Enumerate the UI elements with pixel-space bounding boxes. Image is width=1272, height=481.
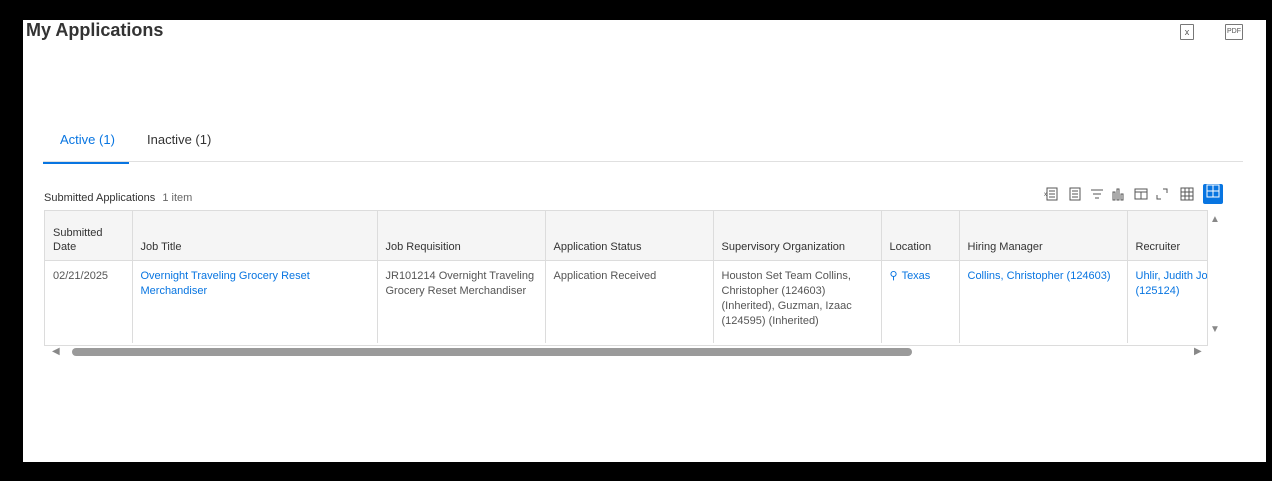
horizontal-scrollbar[interactable]: ◀ ▶	[44, 346, 1222, 358]
scroll-down-icon[interactable]: ▼	[1210, 324, 1220, 335]
filter-icon[interactable]	[1089, 187, 1105, 203]
cell-submitted-date: 02/21/2025	[45, 260, 133, 343]
tab-divider	[43, 161, 1243, 162]
svg-text:x: x	[1044, 192, 1047, 198]
fullscreen-icon[interactable]	[1154, 187, 1170, 203]
column-header-job-title[interactable]: Job Title	[132, 211, 378, 261]
chart-icon[interactable]	[1111, 187, 1127, 203]
vertical-scrollbar[interactable]: ▲ ▼	[1208, 210, 1222, 344]
job-title-link[interactable]: Overnight Traveling Grocery Reset Mercha…	[132, 260, 378, 343]
location-link[interactable]: ⚲ Texas	[881, 260, 960, 343]
recruiter-link[interactable]: Uhlir, Judith Joy (125124)	[1127, 260, 1207, 343]
page-title: My Applications	[26, 20, 164, 40]
export-pdf-icon[interactable]: PDF	[1225, 24, 1243, 40]
column-header-location[interactable]: Location	[881, 211, 960, 261]
table-row: 02/21/2025 Overnight Traveling Grocery R…	[45, 260, 1207, 343]
table-view-icon[interactable]	[1179, 187, 1195, 203]
export-excel-icon[interactable]: x	[1043, 187, 1059, 203]
table-toolbar: x	[1043, 184, 1228, 206]
cell-application-status: Application Received	[545, 260, 714, 343]
pdf-icon-label: PDF	[1227, 28, 1241, 35]
scroll-up-icon[interactable]: ▲	[1210, 214, 1220, 225]
grid-view-icon[interactable]	[1203, 184, 1223, 204]
table-header-row: Submitted Date Job Title Job Requisition…	[45, 211, 1207, 261]
item-count: 1 item	[162, 192, 193, 204]
export-excel-icon[interactable]: x	[1180, 24, 1194, 40]
scroll-left-icon[interactable]: ◀	[52, 346, 60, 357]
page-frame: My Applications x PDF Active (1) Inactiv…	[23, 20, 1266, 462]
hiring-manager-link[interactable]: Collins, Christopher (124603)	[959, 260, 1128, 343]
section-title-label: Submitted Applications	[44, 192, 156, 204]
tab-active[interactable]: Active (1)	[60, 132, 115, 157]
column-header-application-status[interactable]: Application Status	[545, 211, 714, 261]
applications-table: Submitted Date Job Title Job Requisition…	[44, 210, 1208, 346]
location-pin-icon: ⚲	[889, 270, 898, 282]
cell-job-requisition: JR101214 Overnight Traveling Grocery Res…	[377, 260, 546, 343]
print-icon[interactable]	[1067, 187, 1083, 203]
section-title: Submitted Applications 1 item	[44, 192, 192, 204]
column-header-hiring-manager[interactable]: Hiring Manager	[959, 211, 1128, 261]
tab-bar: Active (1) Inactive (1)	[43, 132, 1243, 164]
scroll-right-icon[interactable]: ▶	[1194, 346, 1202, 357]
column-header-job-requisition[interactable]: Job Requisition	[377, 211, 546, 261]
location-label: Texas	[901, 270, 931, 282]
columns-icon[interactable]	[1133, 187, 1149, 203]
excel-icon-label: x	[1184, 27, 1190, 37]
column-header-submitted-date[interactable]: Submitted Date	[45, 211, 133, 261]
horizontal-scroll-thumb[interactable]	[72, 348, 912, 356]
tab-inactive[interactable]: Inactive (1)	[147, 132, 211, 157]
cell-supervisory-organization: Houston Set Team Collins, Christopher (1…	[713, 260, 882, 343]
column-header-supervisory-organization[interactable]: Supervisory Organization	[713, 211, 882, 261]
column-header-recruiter[interactable]: Recruiter	[1127, 211, 1207, 261]
